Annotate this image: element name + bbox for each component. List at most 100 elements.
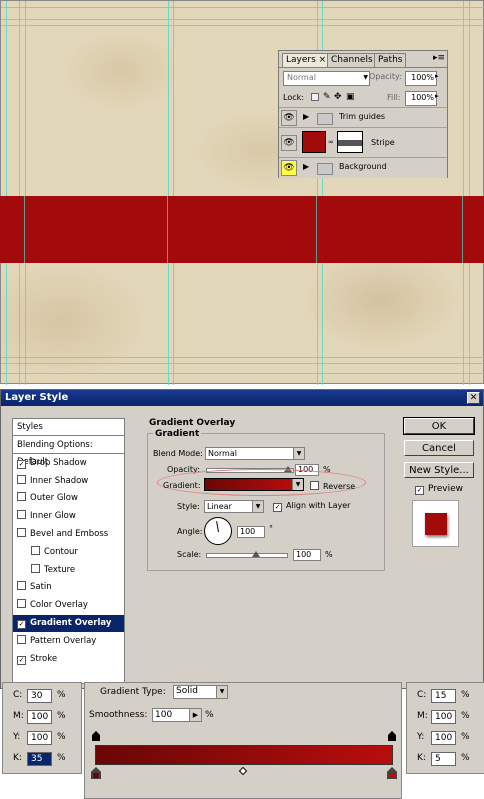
guide-line	[167, 196, 168, 263]
channel-input[interactable]: 15	[431, 689, 456, 703]
style-item[interactable]: Contour	[13, 544, 124, 561]
opacity-input[interactable]: 100%	[405, 71, 437, 86]
gradient-type-value: Solid	[176, 686, 198, 696]
red-stripe	[0, 196, 484, 263]
align-with-layer-checkbox[interactable]: ✓ Align with Layer	[273, 501, 350, 512]
style-checkbox[interactable]	[17, 474, 26, 484]
style-checkbox[interactable]	[17, 492, 26, 502]
style-item[interactable]: Pattern Overlay	[13, 633, 124, 650]
style-select[interactable]: Linear ▼	[204, 500, 264, 513]
channel-input[interactable]: 35	[27, 752, 52, 766]
channel-input[interactable]: 100	[431, 731, 456, 745]
percent-label: %	[461, 711, 470, 721]
style-item[interactable]: Blending Options: Default	[13, 437, 124, 467]
angle-label: Angle:	[177, 527, 203, 536]
style-item[interactable]: ✓ Drop Shadow	[13, 455, 124, 472]
style-label: Style:	[177, 502, 200, 511]
layers-panel: Layers × Channels Paths ▸≡ Normal ▼ Opac…	[278, 50, 448, 178]
channel-label: M:	[417, 711, 428, 721]
style-checkbox[interactable]: ✓	[17, 459, 26, 469]
percent-label: %	[57, 711, 66, 721]
angle-input[interactable]: 100	[237, 526, 265, 538]
lock-all-icon[interactable]: ▣	[346, 92, 355, 102]
percent-label: %	[57, 690, 66, 700]
preview-checkbox[interactable]: ✓ Preview	[415, 484, 463, 495]
style-item[interactable]: Inner Shadow	[13, 473, 124, 490]
style-item[interactable]: Texture	[13, 562, 124, 579]
gradient-picker[interactable]: ▼	[204, 478, 304, 491]
style-item[interactable]: ✓ Gradient Overlay	[13, 615, 124, 632]
styles-header[interactable]: Styles	[13, 419, 124, 436]
angle-dial[interactable]	[204, 517, 232, 545]
percent-label: %	[461, 690, 470, 700]
chevron-right-icon[interactable]: ▸	[435, 92, 439, 100]
link-icon[interactable]: ∞	[328, 138, 334, 146]
style-item[interactable]: Bevel and Emboss	[13, 526, 124, 543]
tab-layers[interactable]: Layers ×	[282, 53, 331, 68]
channel-input[interactable]: 100	[27, 731, 52, 745]
blend-mode-select[interactable]: Normal ▼	[205, 447, 305, 460]
tab-channels[interactable]: Channels	[327, 53, 377, 68]
style-item[interactable]: Outer Glow	[13, 490, 124, 507]
ok-button[interactable]: OK	[403, 417, 475, 435]
reverse-checkbox[interactable]: Reverse	[310, 481, 355, 491]
scale-slider-thumb[interactable]	[252, 551, 260, 557]
guide-line	[168, 1, 169, 385]
opacity-stop-left[interactable]	[92, 731, 100, 741]
close-icon[interactable]: ✕	[467, 392, 480, 404]
style-checkbox[interactable]	[17, 528, 26, 537]
eye-icon[interactable]: 👁	[281, 110, 297, 126]
style-item[interactable]: Satin	[13, 579, 124, 596]
style-checkbox[interactable]	[17, 599, 26, 609]
color-stop-left[interactable]	[91, 767, 101, 779]
channel-input[interactable]: 100	[431, 710, 456, 724]
style-checkbox[interactable]	[17, 510, 26, 520]
layer-row-background[interactable]: 👁 ▶ Background	[279, 157, 447, 178]
lock-transparency-icon[interactable]	[311, 93, 319, 101]
style-item[interactable]: ✓ Stroke	[13, 651, 124, 668]
scale-slider[interactable]	[206, 553, 288, 558]
guide-line	[1, 357, 484, 358]
new-style-button[interactable]: New Style...	[404, 462, 474, 478]
chevron-right-icon[interactable]: ▸	[435, 72, 439, 80]
lock-label: Lock:	[283, 93, 304, 102]
guide-line	[1, 7, 484, 8]
lock-move-icon[interactable]: ✥	[334, 92, 342, 102]
fill-input[interactable]: 100%	[405, 91, 437, 106]
chevron-right-icon[interactable]: ▶	[189, 709, 201, 721]
chevron-down-icon: ▼	[292, 479, 303, 490]
midpoint-diamond[interactable]	[238, 766, 248, 776]
style-item-label: Inner Glow	[30, 511, 76, 522]
channel-input[interactable]: 100	[27, 710, 52, 724]
scale-input[interactable]: 100	[293, 549, 321, 561]
divider	[279, 67, 447, 68]
scale-label: Scale:	[177, 550, 202, 559]
cancel-button[interactable]: Cancel	[404, 440, 474, 456]
style-checkbox[interactable]	[17, 634, 26, 644]
eye-icon[interactable]: 👁	[281, 160, 297, 176]
tab-paths[interactable]: Paths	[374, 53, 407, 68]
channel-input[interactable]: 30	[27, 689, 52, 703]
layer-row-stripe[interactable]: 👁 ∞ Stripe	[279, 127, 447, 158]
layer-row-trim-guides[interactable]: 👁 ▶ Trim guides	[279, 107, 447, 128]
expand-arrow-icon[interactable]: ▶	[303, 112, 309, 121]
expand-arrow-icon[interactable]: ▶	[303, 162, 309, 171]
dialog-titlebar[interactable]: Layer Style ✕	[1, 390, 483, 406]
lock-brush-icon[interactable]: ✎	[323, 92, 331, 102]
opacity-stop-right[interactable]	[388, 731, 396, 741]
channel-input[interactable]: 5	[431, 752, 456, 766]
blend-mode-select[interactable]: Normal ▼	[283, 71, 370, 86]
style-checkbox[interactable]	[31, 563, 40, 573]
style-item[interactable]: Inner Glow	[13, 508, 124, 525]
gradient-bar[interactable]	[95, 745, 393, 765]
gradient-type-select[interactable]: Solid ▼	[173, 685, 228, 699]
chevron-down-icon: ▼	[363, 74, 368, 81]
style-checkbox[interactable]: ✓	[17, 620, 26, 629]
style-checkbox[interactable]	[31, 545, 40, 555]
style-item[interactable]: Color Overlay	[13, 597, 124, 614]
color-stop-right[interactable]	[387, 767, 397, 779]
panel-menu-icon[interactable]: ▸≡	[433, 53, 445, 63]
style-checkbox[interactable]: ✓	[17, 655, 26, 665]
eye-icon[interactable]: 👁	[281, 135, 297, 151]
style-checkbox[interactable]	[17, 581, 26, 591]
